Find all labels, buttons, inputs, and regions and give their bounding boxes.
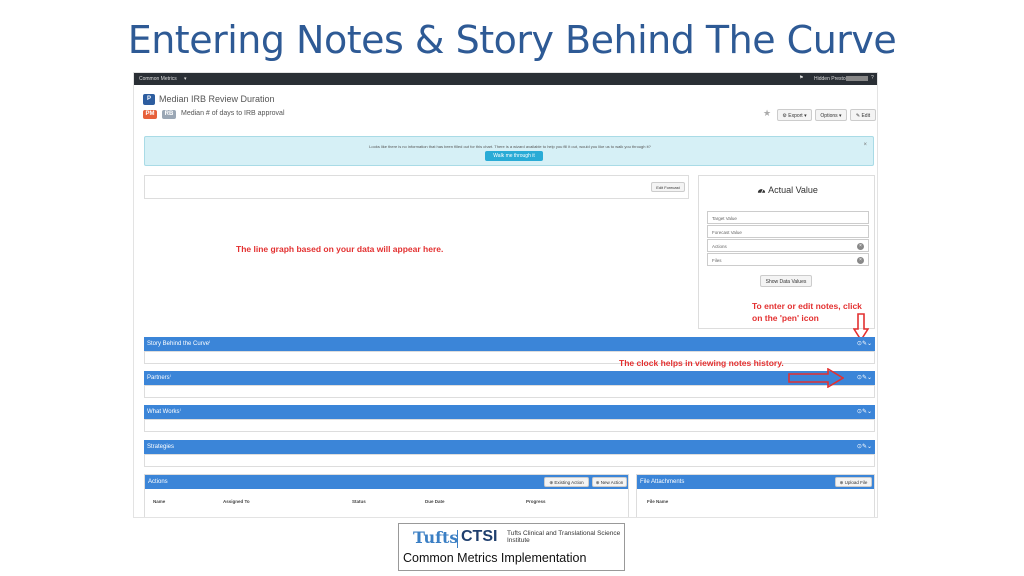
wizard-alert: Looks like there is no information that …	[144, 136, 874, 166]
section-tools[interactable]: ⊙✎⌄	[857, 371, 872, 385]
export-button[interactable]: ⚙ Export ▾	[777, 109, 812, 121]
chevron-down-icon[interactable]: ⌄	[867, 341, 872, 347]
section-strategies[interactable]: Strategies ⊙✎⌄	[144, 440, 875, 454]
clear-actions-icon[interactable]: ×	[857, 243, 864, 250]
options-button[interactable]: Options ▾	[815, 109, 847, 121]
help-icon[interactable]: ?	[871, 75, 874, 81]
column-header[interactable]: Status	[352, 499, 366, 504]
actions-panel-title: Actions	[148, 479, 168, 485]
speedometer-icon	[757, 188, 766, 193]
files-field-label: Files	[712, 258, 722, 263]
info-icon: ⁱ	[179, 409, 181, 415]
section-body	[144, 454, 875, 467]
show-data-values-button[interactable]: Show Data Values	[760, 275, 812, 287]
new-action-button[interactable]: ⊕ New Action	[592, 477, 627, 487]
actual-value-label: Actual Value	[768, 185, 818, 195]
menu-caret-icon[interactable]: ▾	[184, 76, 187, 82]
target-value-field[interactable]: Target Value	[707, 211, 869, 224]
chevron-down-icon[interactable]: ⌄	[867, 409, 872, 415]
files-panel-title: File Attachments	[640, 479, 685, 485]
flag-icon[interactable]: ⚑	[799, 75, 803, 81]
edit-button[interactable]: ✎ Edit	[850, 109, 876, 121]
clock-annotation: The clock helps in viewing notes history…	[619, 358, 784, 368]
column-header[interactable]: Assigned To	[223, 499, 250, 504]
section-label: Story Behind the Curve	[147, 341, 210, 347]
pen-annotation: To enter or edit notes, click on the 'pe…	[752, 301, 862, 323]
existing-action-button[interactable]: ⊕ Existing Action	[544, 477, 589, 487]
pm-badge: PM	[143, 110, 157, 119]
column-header[interactable]: Name	[153, 499, 165, 504]
actions-panel: Actions ⊕ Existing Action ⊕ New Action N…	[144, 474, 629, 517]
forecast-value-field[interactable]: Forecast Value	[707, 225, 869, 238]
logo-institute: Tufts Clinical and Translational Science…	[507, 530, 621, 544]
section-partners[interactable]: Partnersⁱ ⊙✎⌄	[144, 371, 875, 385]
measure-title: Median IRB Review Duration	[159, 94, 275, 104]
actions-field-label: Actions	[712, 244, 727, 249]
section-tools[interactable]: ⊙✎⌄	[857, 405, 872, 419]
upload-file-button[interactable]: ⊕ Upload File	[835, 477, 872, 487]
file-attachments-panel: File Attachments ⊕ Upload File File Name	[636, 474, 875, 517]
alert-close-icon[interactable]: ×	[863, 142, 867, 148]
section-body	[144, 385, 875, 398]
logo-tufts: Tufts	[413, 528, 459, 547]
section-story-behind-curve[interactable]: Story Behind the Curveⁱ ⊙✎⌄	[144, 337, 875, 351]
rb-badge: RB	[162, 110, 176, 119]
slide-title: Entering Notes & Story Behind The Curve	[127, 18, 897, 62]
column-header[interactable]: Due Date	[425, 499, 445, 504]
org-logo	[846, 76, 868, 81]
graph-panel: Edit Forecast The line graph based on yo…	[144, 175, 689, 335]
graph-header: Edit Forecast	[144, 175, 689, 199]
chevron-down-icon[interactable]: ⌄	[867, 375, 872, 381]
section-body	[144, 419, 875, 432]
column-header[interactable]: File Name	[647, 499, 668, 504]
app-menu[interactable]: Common Metrics	[139, 76, 177, 82]
files-field[interactable]: Files ×	[707, 253, 869, 266]
info-icon: ⁱ	[169, 375, 171, 381]
walk-me-through-button[interactable]: Walk me through it	[485, 151, 543, 161]
logo-ctsi: CTSI	[461, 528, 498, 545]
program-badge: P	[143, 94, 155, 105]
logo-divider	[457, 530, 458, 548]
app-screenshot: Common Metrics ▾ ⚑ Hidden Preston ▾ ? P …	[133, 72, 878, 518]
actual-value-title: Actual Value	[699, 185, 876, 195]
section-what-works[interactable]: What Worksⁱ ⊙✎⌄	[144, 405, 875, 419]
info-icon: ⁱ	[209, 341, 211, 347]
section-label: What Works	[147, 409, 180, 415]
measure-subtitle: Median # of days to IRB approval	[181, 110, 285, 117]
section-tools[interactable]: ⊙✎⌄	[857, 337, 872, 351]
alert-text: Looks like there is no information that …	[369, 144, 651, 149]
tufts-ctsi-logo: Tufts CTSI Tufts Clinical and Translatio…	[398, 523, 625, 571]
logo-program: Common Metrics Implementation	[403, 551, 587, 565]
actions-field[interactable]: Actions ×	[707, 239, 869, 252]
edit-forecast-button[interactable]: Edit Forecast	[651, 182, 685, 192]
column-header[interactable]: Progress	[526, 499, 546, 504]
favorite-star-icon[interactable]: ★	[763, 108, 771, 119]
section-label: Strategies	[147, 444, 175, 450]
right-arrow-annotation	[788, 368, 844, 388]
chevron-down-icon[interactable]: ⌄	[867, 444, 872, 450]
top-navbar: Common Metrics ▾ ⚑ Hidden Preston ▾ ?	[134, 73, 877, 85]
section-tools[interactable]: ⊙✎⌄	[857, 440, 872, 454]
section-label: Partners	[147, 375, 170, 381]
clear-files-icon[interactable]: ×	[857, 257, 864, 264]
graph-placeholder-note: The line graph based on your data will a…	[236, 244, 444, 254]
